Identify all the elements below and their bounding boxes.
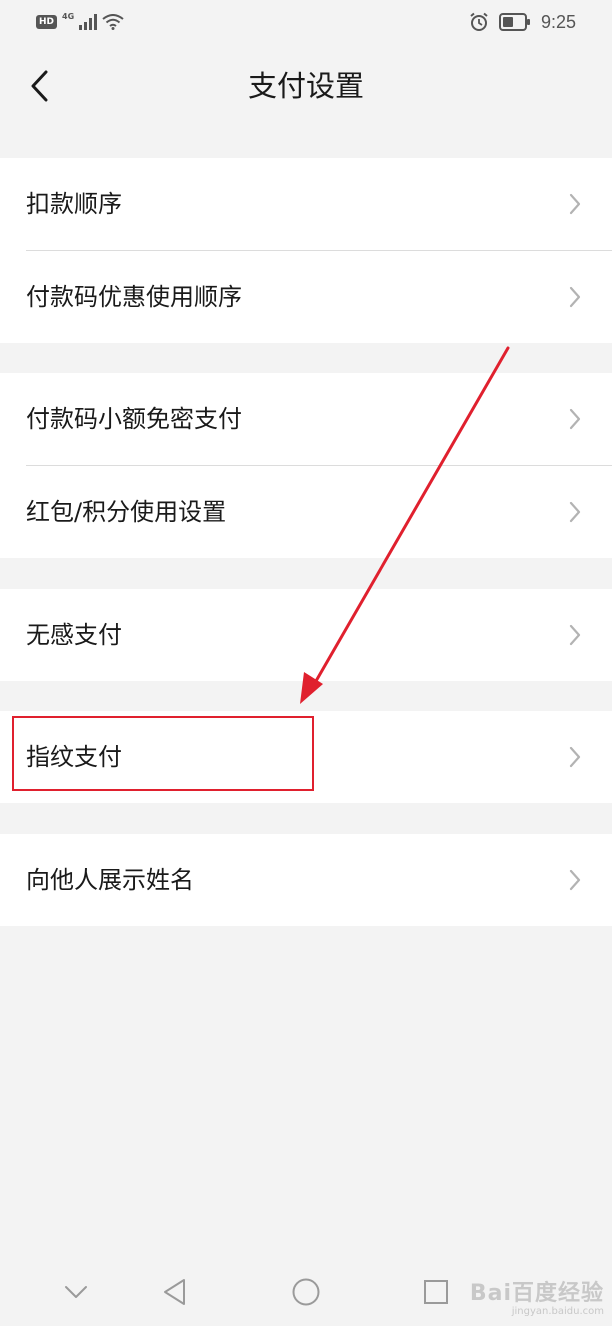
back-key[interactable] [157,1274,193,1310]
chevron-down-icon [65,1286,87,1298]
watermark: Bai百度经验 jingyan.baidu.com [470,1282,604,1318]
settings-item-password-free-payment[interactable]: 付款码小额免密支付 [0,373,612,465]
home-circle-icon [292,1278,320,1306]
hd-badge: HD [36,15,58,29]
recents-square-icon [424,1280,448,1304]
status-time: 9:25 [540,11,576,32]
chevron-right-icon [569,501,581,523]
status-left: HD 4G [36,11,124,33]
status-bar: HD 4G 9:25 [0,0,612,44]
settings-group-deduction: 扣款顺序 付款码优惠使用顺序 [0,158,612,343]
watermark-url: jingyan.baidu.com [511,1306,604,1317]
network-type: 4G [62,11,75,21]
settings-group-small-payment: 付款码小额免密支付 红包/积分使用设置 [0,373,612,558]
settings-group-name-display: 向他人展示姓名 [0,834,612,926]
nav-bar: 支付设置 [0,44,612,132]
back-triangle-icon [164,1279,185,1305]
wifi-icon [102,14,124,30]
chevron-right-icon [569,869,581,891]
chevron-right-icon [569,193,581,215]
settings-item-seamless-payment[interactable]: 无感支付 [0,589,612,681]
hide-keyboard-button[interactable] [58,1274,94,1310]
chevron-right-icon [569,624,581,646]
settings-item-red-packet-points[interactable]: 红包/积分使用设置 [0,466,612,558]
alarm-icon [470,12,488,31]
settings-item-deduction-order[interactable]: 扣款顺序 [0,158,612,250]
settings-item-label: 向他人展示姓名 [26,866,194,894]
settings-item-paycode-discount-order[interactable]: 付款码优惠使用顺序 [0,251,612,343]
settings-item-label: 无感支付 [26,621,122,649]
highlight-box [12,716,314,791]
chevron-right-icon [569,286,581,308]
settings-item-label: 付款码小额免密支付 [26,405,242,433]
settings-item-label: 扣款顺序 [26,190,122,218]
settings-item-label: 付款码优惠使用顺序 [26,283,242,311]
watermark-brand: Bai百度经验 [469,1281,604,1306]
home-key[interactable] [288,1274,324,1310]
settings-item-show-name[interactable]: 向他人展示姓名 [0,834,612,926]
chevron-right-icon [569,408,581,430]
system-nav-bar: Bai百度经验 jingyan.baidu.com [0,1256,612,1326]
signal-icon [79,14,98,30]
recents-key[interactable] [418,1274,454,1310]
battery-icon [498,13,530,31]
chevron-right-icon [569,746,581,768]
settings-item-label: 红包/积分使用设置 [26,498,227,526]
page-title: 支付设置 [247,69,364,103]
status-right: 9:25 [469,10,576,34]
settings-group-seamless: 无感支付 [0,589,612,681]
